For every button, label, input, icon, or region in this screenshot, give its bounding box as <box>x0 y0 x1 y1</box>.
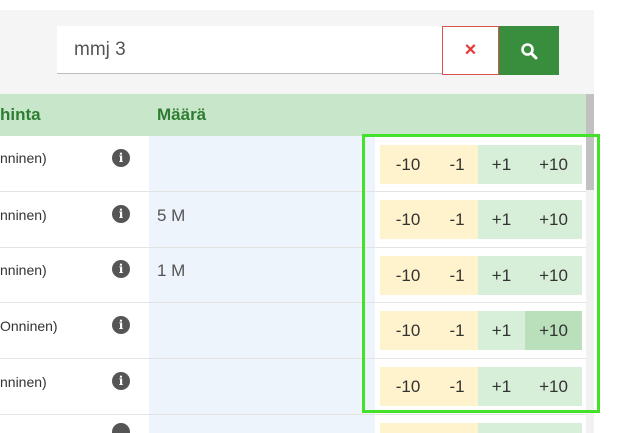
row-4-name: Onninen) <box>0 318 58 334</box>
plus-10-button[interactable]: +10 <box>525 200 582 239</box>
stepper-partial-minus <box>380 423 478 433</box>
minus-1-button[interactable]: -1 <box>436 311 478 350</box>
minus-1-button[interactable]: -1 <box>436 256 478 295</box>
search-button[interactable] <box>499 26 559 75</box>
info-glyph: i <box>118 207 124 221</box>
info-icon[interactable]: i <box>112 149 130 167</box>
minus-10-button[interactable]: -10 <box>380 256 436 295</box>
row-2-name: nninen) <box>0 207 47 223</box>
scrollbar-thumb[interactable] <box>586 94 594 190</box>
row-2-quantity: 5 M <box>157 206 186 225</box>
row-divider <box>0 191 586 192</box>
row-5-name: nninen) <box>0 374 47 390</box>
plus-1-button[interactable]: +1 <box>478 367 525 406</box>
plus-1-button[interactable]: +1 <box>478 256 525 295</box>
info-glyph: i <box>118 151 124 165</box>
plus-10-button[interactable]: +10 <box>525 367 582 406</box>
table-header: hinta Määrä <box>0 94 586 136</box>
row-4-stepper: -10 -1 +1 +10 <box>380 311 582 350</box>
minus-1-button[interactable]: -1 <box>436 200 478 239</box>
info-glyph: i <box>118 262 124 276</box>
row-3-name: nninen) <box>0 262 47 278</box>
plus-1-button[interactable]: +1 <box>478 145 525 184</box>
info-icon-partial <box>112 423 130 433</box>
minus-10-button[interactable]: -10 <box>380 311 436 350</box>
quantity-column <box>149 136 375 433</box>
info-icon[interactable]: i <box>112 260 130 278</box>
row-divider <box>0 302 586 303</box>
plus-10-button[interactable]: +10 <box>525 311 582 350</box>
row-1-stepper: -10 -1 +1 +10 <box>380 145 582 184</box>
search-input[interactable] <box>57 26 442 74</box>
row-5-stepper: -10 -1 +1 +10 <box>380 367 582 406</box>
row-2-stepper: -10 -1 +1 +10 <box>380 200 582 239</box>
info-icon[interactable]: i <box>112 372 130 390</box>
info-glyph: i <box>118 374 124 388</box>
plus-1-button[interactable]: +1 <box>478 311 525 350</box>
minus-10-button[interactable]: -10 <box>380 145 436 184</box>
clear-search-button[interactable]: × <box>442 26 499 75</box>
search-icon <box>521 42 538 59</box>
row-divider <box>0 414 586 415</box>
row-3-stepper: -10 -1 +1 +10 <box>380 256 582 295</box>
plus-1-button[interactable]: +1 <box>478 200 525 239</box>
column-header-name: hinta <box>0 105 41 124</box>
stepper-partial-plus <box>478 423 582 433</box>
minus-10-button[interactable]: -10 <box>380 200 436 239</box>
plus-10-button[interactable]: +10 <box>525 145 582 184</box>
column-header-quantity: Määrä <box>157 105 207 124</box>
row-3-quantity: 1 M <box>157 261 186 280</box>
row-1-name: nninen) <box>0 150 47 166</box>
minus-1-button[interactable]: -1 <box>436 145 478 184</box>
close-icon: × <box>464 39 477 61</box>
plus-10-button[interactable]: +10 <box>525 256 582 295</box>
minus-1-button[interactable]: -1 <box>436 367 478 406</box>
info-icon[interactable]: i <box>112 205 130 223</box>
info-glyph: i <box>118 318 124 332</box>
row-divider <box>0 247 586 248</box>
row-divider <box>0 358 586 359</box>
minus-10-button[interactable]: -10 <box>380 367 436 406</box>
info-icon[interactable]: i <box>112 316 130 334</box>
